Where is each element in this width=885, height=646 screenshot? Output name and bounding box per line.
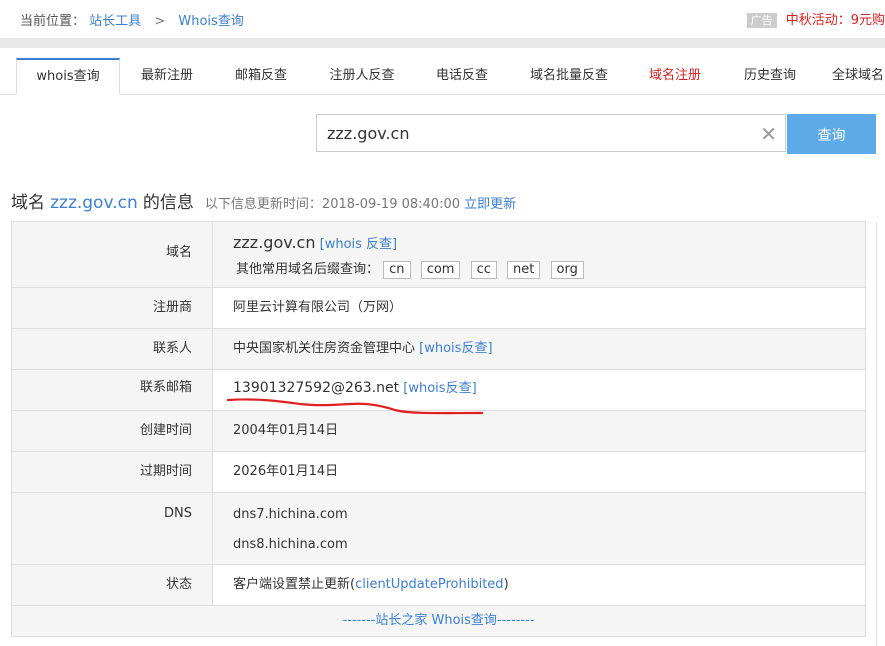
red-underline-annotation xyxy=(226,398,484,415)
